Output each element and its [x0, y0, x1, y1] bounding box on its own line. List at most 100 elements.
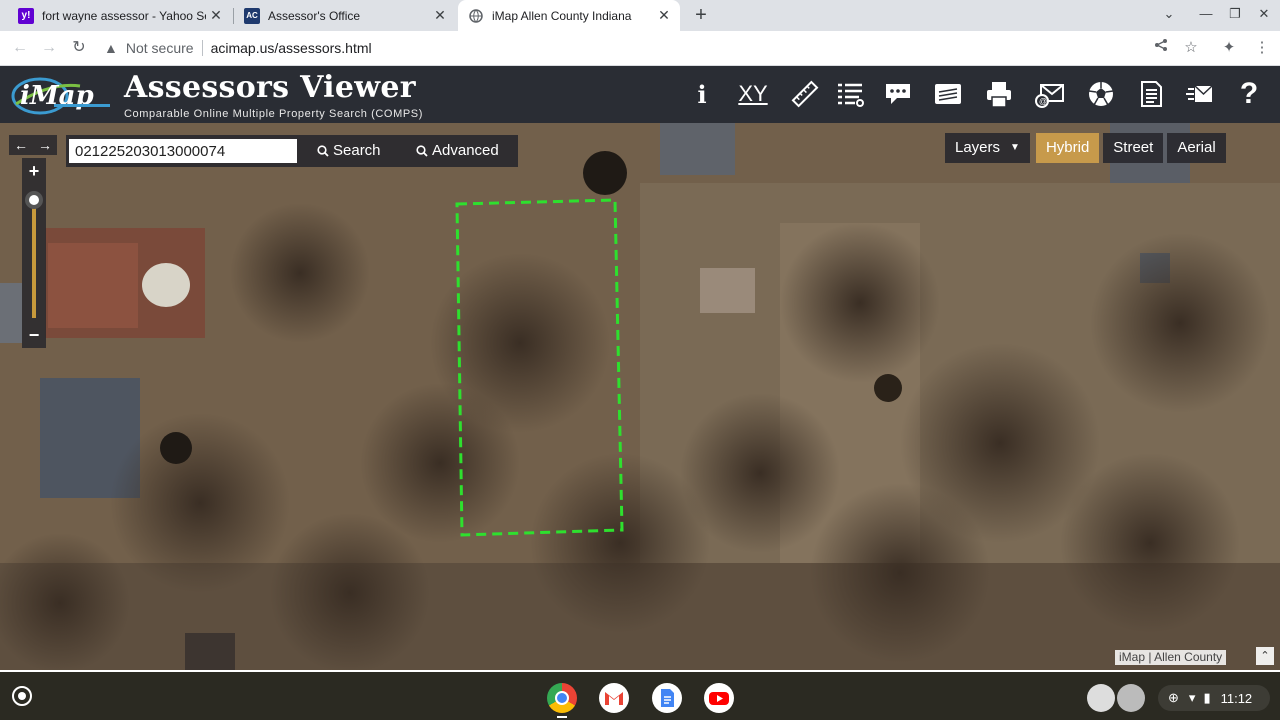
- attribution-county[interactable]: Allen County: [1154, 650, 1222, 664]
- yahoo-icon: y!: [18, 7, 34, 24]
- clock: 11:12: [1220, 690, 1253, 706]
- active-indicator: [557, 716, 567, 718]
- divider: [201, 40, 203, 56]
- tab-title: fort wayne assessor - Yahoo Sea: [42, 8, 206, 23]
- wifi-icon: ▾: [1188, 690, 1196, 705]
- email-icon[interactable]: @: [1031, 76, 1067, 112]
- gmail-icon[interactable]: [599, 683, 629, 713]
- app-header: iMap Assessors Viewer Comparable Online …: [0, 66, 1280, 123]
- comment-icon[interactable]: [880, 76, 916, 112]
- zoom-handle[interactable]: [25, 191, 43, 209]
- ruler-icon[interactable]: [787, 76, 823, 112]
- close-window-icon[interactable]: ✕: [1254, 6, 1274, 22]
- warning-icon[interactable]: ▲: [104, 40, 118, 56]
- tab-strip: y! fort wayne assessor - Yahoo Sea ✕ AC …: [0, 0, 1280, 31]
- share-icon[interactable]: [1151, 38, 1171, 58]
- add-circle-icon: ⊕: [1168, 690, 1179, 705]
- os-shelf: ⊕ ▾ ▮ 11:12: [0, 670, 1280, 720]
- tab-title: iMap Allen County Indiana: [492, 8, 632, 23]
- zoom-slider: + −: [22, 158, 46, 348]
- search-icon: [416, 145, 428, 157]
- xy-icon[interactable]: XY: [735, 76, 771, 112]
- advanced-search-button[interactable]: Advanced: [416, 139, 499, 163]
- chevron-down-icon[interactable]: ⌄: [1159, 6, 1179, 22]
- basemap-aerial-button[interactable]: Aerial: [1167, 133, 1226, 163]
- status-tray[interactable]: ⊕ ▾ ▮ 11:12: [1158, 685, 1270, 711]
- app-subtitle: Comparable Online Multiple Property Sear…: [124, 108, 423, 120]
- pool: [142, 263, 190, 307]
- document-icon[interactable]: [1133, 76, 1169, 112]
- send-icon[interactable]: [1181, 76, 1217, 112]
- search-label: Search: [333, 142, 381, 159]
- pan-controls: ← →: [9, 135, 57, 155]
- forward-icon[interactable]: →: [38, 37, 60, 59]
- help-icon[interactable]: ?: [1231, 76, 1267, 112]
- tab-imap[interactable]: iMap Allen County Indiana ✕: [458, 0, 680, 31]
- help-label: ?: [1239, 77, 1259, 110]
- close-icon[interactable]: ✕: [654, 7, 674, 24]
- holding-space-icon[interactable]: [1087, 684, 1115, 712]
- search-button[interactable]: Search: [317, 139, 381, 163]
- xy-label: XY: [738, 81, 768, 106]
- parcel-search-input[interactable]: [69, 139, 297, 163]
- back-icon[interactable]: ←: [9, 37, 31, 59]
- caret-down-icon: ▼: [1010, 142, 1020, 153]
- battery-icon: ▮: [1203, 690, 1211, 705]
- layers-dropdown[interactable]: Layers ▼: [945, 133, 1030, 163]
- attribution-toggle-icon[interactable]: ⌃: [1256, 647, 1274, 665]
- soccer-icon[interactable]: [1083, 76, 1119, 112]
- security-label: Not secure: [125, 40, 194, 56]
- chrome-icon[interactable]: [547, 683, 577, 713]
- print-icon[interactable]: [981, 76, 1017, 112]
- ac-icon: AC: [244, 7, 260, 24]
- tab-yahoo[interactable]: y! fort wayne assessor - Yahoo Sea ✕: [8, 0, 232, 31]
- launcher-icon[interactable]: [12, 686, 32, 706]
- info-label: i: [697, 79, 707, 109]
- address-bar[interactable]: ▲ Not secure acimap.us/assessors.html: [104, 36, 1214, 60]
- tab-title: Assessor's Office: [268, 8, 361, 23]
- docs-icon[interactable]: [652, 683, 682, 713]
- shed: [700, 268, 755, 313]
- globe-icon: [468, 8, 484, 24]
- minimize-icon[interactable]: —: [1196, 6, 1216, 21]
- house-roof: [0, 283, 22, 343]
- close-icon[interactable]: ✕: [206, 7, 226, 24]
- attribution-imap[interactable]: iMap: [1119, 650, 1145, 664]
- close-icon[interactable]: ✕: [430, 7, 450, 24]
- basemap-switcher: Layers ▼ Hybrid Street Aerial: [945, 133, 1226, 163]
- list-icon[interactable]: [832, 76, 868, 112]
- layers-label: Layers: [955, 139, 1001, 156]
- imap-logo[interactable]: iMap: [10, 74, 115, 116]
- pan-right-icon[interactable]: →: [33, 135, 57, 155]
- app-title: Assessors Viewer: [124, 70, 416, 105]
- house-roof: [660, 123, 735, 175]
- svg-text:@: @: [1039, 97, 1047, 106]
- basemap-hybrid-button[interactable]: Hybrid: [1035, 133, 1100, 163]
- map-canvas[interactable]: ⌃: [0, 123, 1280, 670]
- reload-icon[interactable]: ↻: [68, 37, 90, 59]
- bookmark-star-icon[interactable]: ☆: [1181, 38, 1201, 58]
- new-tab-button[interactable]: +: [690, 4, 712, 26]
- house-roof: [48, 243, 138, 328]
- restore-icon[interactable]: ❐: [1225, 6, 1245, 22]
- browser-toolbar: ← → ↻ ▲ Not secure acimap.us/assessors.h…: [0, 31, 1280, 66]
- tab-assessors-office[interactable]: AC Assessor's Office ✕: [234, 0, 456, 31]
- zoom-out-button[interactable]: −: [22, 324, 46, 346]
- info-icon[interactable]: i: [684, 76, 720, 112]
- shed: [185, 633, 235, 670]
- basemap-street-button[interactable]: Street: [1103, 133, 1164, 163]
- aerial-imagery: [0, 123, 1280, 670]
- youtube-icon[interactable]: [704, 683, 734, 713]
- zoom-track[interactable]: [32, 198, 36, 318]
- pan-left-icon[interactable]: ←: [9, 135, 33, 155]
- layers-card-icon[interactable]: [930, 76, 966, 112]
- zoom-in-button[interactable]: +: [22, 160, 46, 182]
- url-text[interactable]: acimap.us/assessors.html: [211, 40, 372, 56]
- map-attribution: iMap | Allen County: [1115, 650, 1227, 665]
- advanced-label: Advanced: [432, 142, 499, 159]
- search-icon: [317, 145, 329, 157]
- search-panel: Search Advanced: [66, 135, 518, 167]
- menu-icon[interactable]: ⋮: [1252, 38, 1272, 58]
- extensions-icon[interactable]: ✦: [1219, 38, 1239, 58]
- screen-capture-icon[interactable]: [1117, 684, 1145, 712]
